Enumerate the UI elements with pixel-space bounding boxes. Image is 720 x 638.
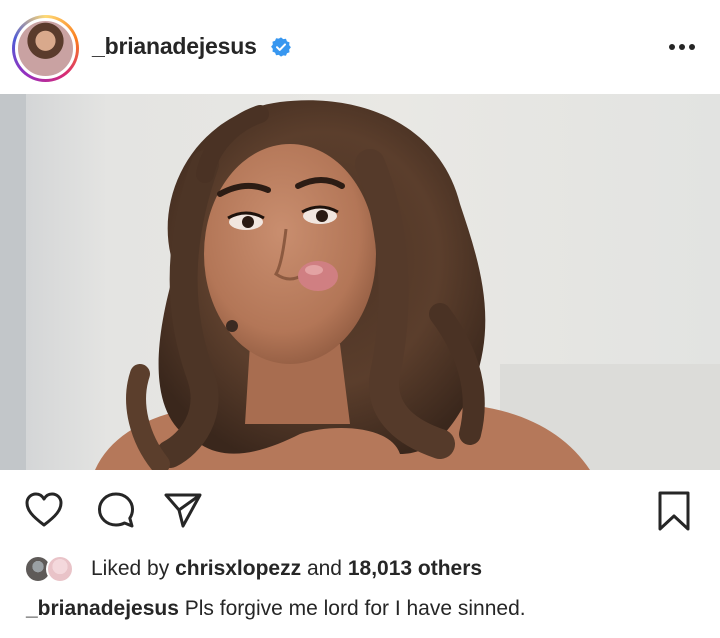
action-bar bbox=[0, 470, 720, 540]
likes-summary[interactable]: Liked by chrisxlopezz and 18,013 others bbox=[24, 553, 714, 585]
likes-connector: and bbox=[306, 557, 342, 580]
liker-username[interactable]: chrisxlopezz bbox=[175, 557, 301, 580]
likes-prefix: Liked by bbox=[91, 557, 170, 580]
post-photo[interactable] bbox=[0, 94, 720, 470]
likes-text: Liked by chrisxlopezz and 18,013 others bbox=[91, 557, 482, 581]
caption-text: Pls forgive me lord for I have sinned. bbox=[184, 597, 526, 620]
post-username[interactable]: _brianadejesus bbox=[92, 33, 257, 60]
bookmark-icon[interactable] bbox=[656, 490, 692, 532]
selfie-image bbox=[0, 94, 720, 470]
comment-icon[interactable] bbox=[96, 491, 136, 529]
avatar[interactable] bbox=[15, 18, 76, 79]
post-header: _brianadejesus bbox=[0, 0, 720, 92]
caption-username[interactable]: _brianadejesus bbox=[26, 597, 179, 620]
likes-count[interactable]: 18,013 others bbox=[348, 557, 482, 580]
verified-badge-icon bbox=[271, 37, 291, 57]
liker-avatar bbox=[46, 555, 74, 583]
post-caption: _brianadejesus Pls forgive me lord for I… bbox=[26, 597, 526, 621]
story-ring[interactable] bbox=[12, 15, 79, 82]
paper-plane-icon[interactable] bbox=[162, 491, 204, 529]
more-options-icon[interactable] bbox=[667, 36, 697, 58]
heart-icon[interactable] bbox=[24, 491, 64, 529]
